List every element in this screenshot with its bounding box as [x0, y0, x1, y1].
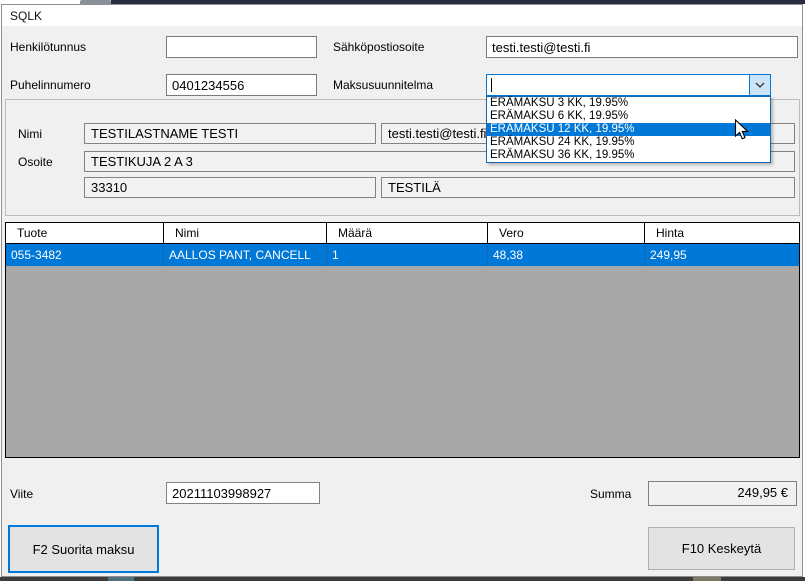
screen: SQLK Henkilötunnus Sähköpostiosoite Puhe…: [0, 0, 805, 581]
cell-maara: 1: [327, 244, 488, 266]
header-cell-tuote[interactable]: Tuote: [6, 223, 164, 243]
combobox-dropdown-button[interactable]: [749, 75, 770, 95]
text-caret: [491, 78, 492, 92]
f10-keskeyta-button[interactable]: F10 Keskeytä: [648, 527, 795, 570]
maksusuunnitelma-combobox[interactable]: [486, 74, 771, 96]
title-bar: [2, 5, 802, 26]
dropdown-item-3[interactable]: ERÄMAKSU 24 KK, 19.95%: [487, 136, 770, 149]
header-cell-vero[interactable]: Vero: [488, 223, 645, 243]
puhelinnumero-label: Puhelinnumero: [10, 78, 91, 92]
puhelinnumero-input[interactable]: [166, 74, 317, 96]
dropdown-item-4[interactable]: ERÄMAKSU 36 KK, 19.95%: [487, 149, 770, 162]
table-header: Tuote Nimi Määrä Vero Hinta: [6, 223, 799, 244]
dropdown-item-2[interactable]: ERÄMAKSU 12 KK, 19.95%: [487, 123, 770, 136]
window-title: SQLK: [10, 9, 42, 23]
table-row[interactable]: 055-3482 AALLOS PANT, CANCELL 1 48,38 24…: [6, 244, 799, 266]
header-cell-hinta[interactable]: Hinta: [645, 223, 799, 243]
summa-label: Summa: [590, 487, 631, 501]
sahkopostiosoite-input[interactable]: [486, 36, 798, 58]
henkilotunnus-input[interactable]: [166, 36, 317, 58]
osoite-label: Osoite: [18, 155, 53, 169]
henkilotunnus-label: Henkilötunnus: [10, 40, 86, 54]
sahkopostiosoite-label: Sähköpostiosoite: [333, 40, 424, 54]
maksusuunnitelma-dropdown-list: ERÄMAKSU 3 KK, 19.95% ERÄMAKSU 6 KK, 19.…: [486, 96, 771, 163]
cell-hinta: 249,95: [645, 244, 799, 266]
dropdown-item-1[interactable]: ERÄMAKSU 6 KK, 19.95%: [487, 110, 770, 123]
chevron-down-icon: [755, 82, 765, 88]
f2-suorita-maksu-button[interactable]: F2 Suorita maksu: [8, 525, 159, 573]
viite-input[interactable]: [166, 482, 320, 504]
customer-city-field: TESTILÄ: [381, 177, 795, 198]
summa-field: 249,95 €: [648, 481, 797, 506]
background-bottom-fragment: [693, 577, 721, 581]
dropdown-item-0[interactable]: ERÄMAKSU 3 KK, 19.95%: [487, 97, 770, 110]
header-cell-nimi[interactable]: Nimi: [164, 223, 327, 243]
maksusuunnitelma-combobox-input[interactable]: [487, 75, 749, 95]
background-bottom-fragment: [108, 577, 134, 581]
cell-vero: 48,38: [488, 244, 645, 266]
cell-nimi: AALLOS PANT, CANCELL: [164, 244, 327, 266]
header-cell-maara[interactable]: Määrä: [327, 223, 488, 243]
nimi-label: Nimi: [18, 127, 42, 141]
customer-postalcode-field: 33310: [84, 177, 376, 198]
customer-name-field: TESTILASTNAME TESTI: [84, 123, 376, 144]
products-table: Tuote Nimi Määrä Vero Hinta 055-3482 AAL…: [5, 222, 800, 458]
maksusuunnitelma-label: Maksusuunnitelma: [333, 78, 433, 92]
viite-label: Viite: [10, 487, 33, 501]
cell-tuote: 055-3482: [6, 244, 164, 266]
